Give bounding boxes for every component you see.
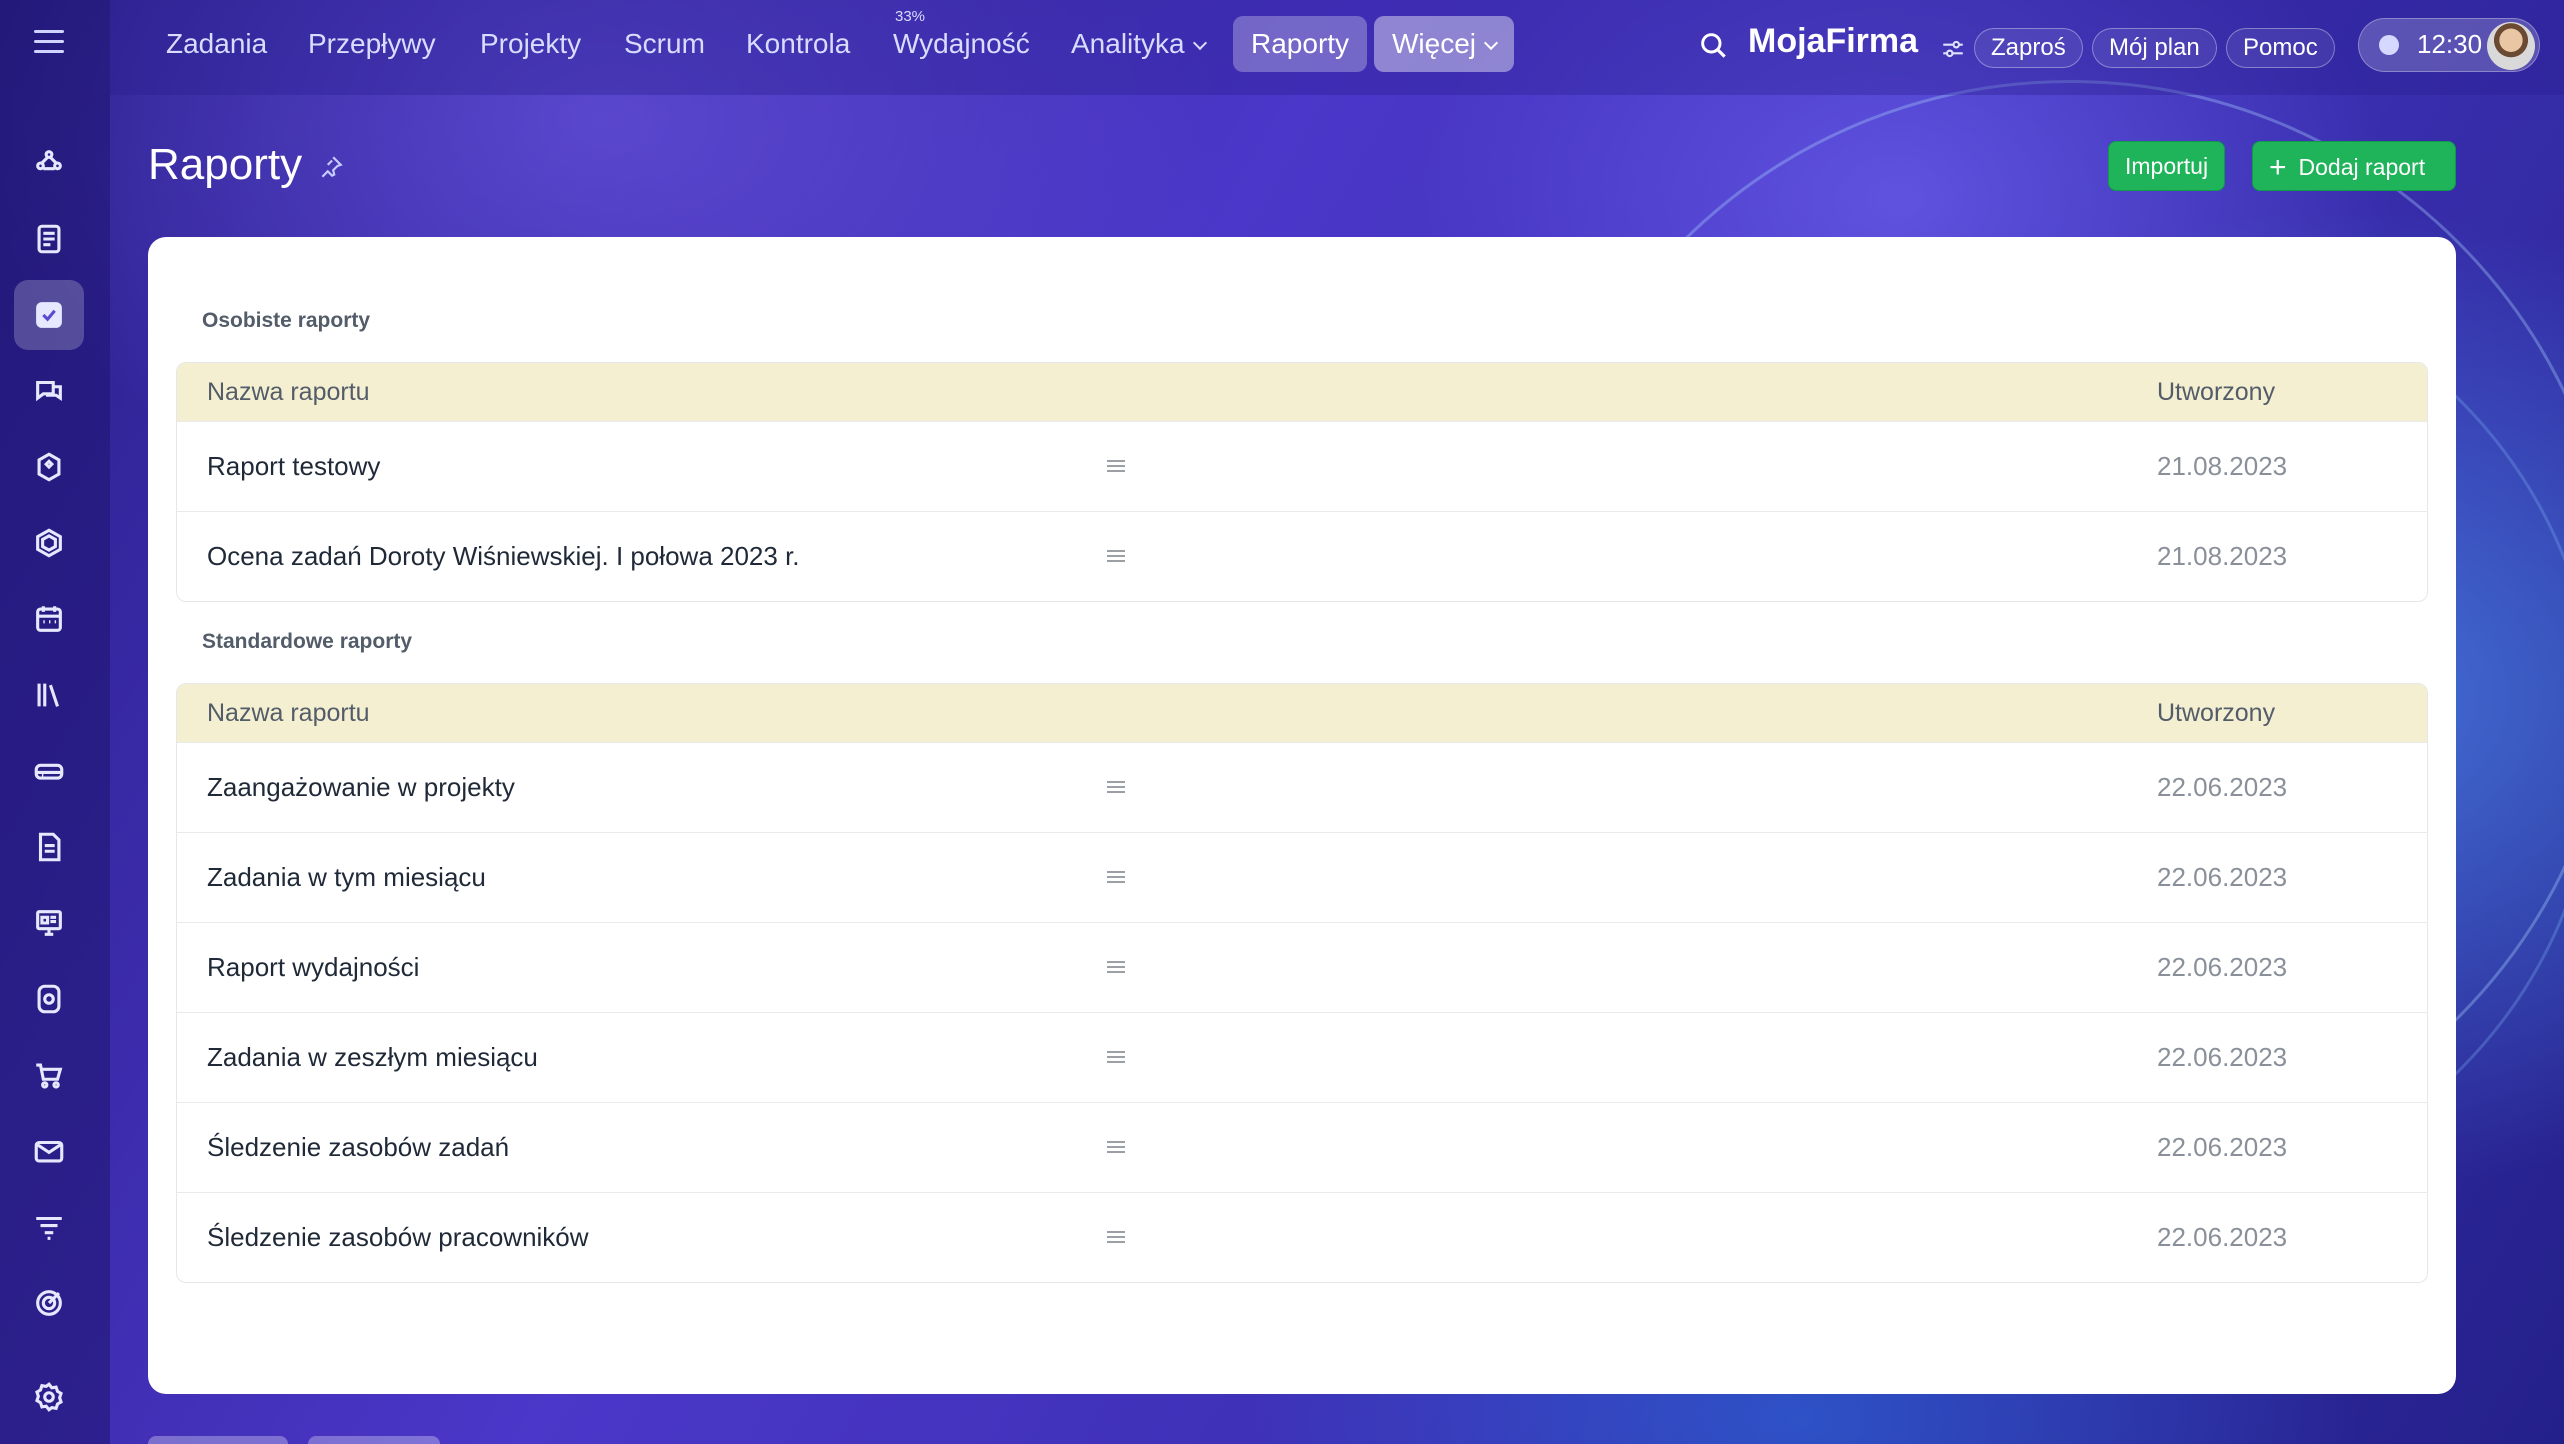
reports-card: Osobiste raporty Nazwa raportu Utworzony… bbox=[148, 237, 2456, 1394]
bottom-tab[interactable] bbox=[308, 1436, 440, 1444]
report-name[interactable]: Śledzenie zasobów zadań bbox=[207, 1132, 509, 1163]
brand-name[interactable]: MojaFirma bbox=[1748, 22, 1918, 61]
plus-icon: + bbox=[2269, 151, 2287, 184]
help-button[interactable]: Pomoc bbox=[2226, 28, 2335, 68]
row-menu-icon[interactable] bbox=[1107, 960, 1125, 975]
report-name[interactable]: Zaangażowanie w projekty bbox=[207, 772, 515, 803]
row-menu-icon[interactable] bbox=[1107, 549, 1125, 564]
contact-center-icon[interactable] bbox=[14, 964, 84, 1034]
books-icon[interactable] bbox=[14, 660, 84, 730]
chat-icon[interactable] bbox=[14, 356, 84, 426]
report-name[interactable]: Zadania w zeszłym miesiącu bbox=[207, 1042, 538, 1073]
nav-wiecej-label: Więcej bbox=[1392, 28, 1477, 59]
time-tracker[interactable]: 12:30 bbox=[2358, 18, 2540, 72]
nav-wiecej[interactable]: Więcej bbox=[1374, 16, 1515, 72]
settings-icon[interactable] bbox=[14, 1362, 84, 1432]
table-row[interactable]: Zaangażowanie w projekty 22.06.2023 bbox=[177, 742, 2427, 832]
nav-wydajnosc[interactable]: Wydajność bbox=[875, 16, 1048, 72]
report-created: 21.08.2023 bbox=[2157, 451, 2288, 481]
chevron-down-icon bbox=[1192, 35, 1207, 51]
report-created: 22.06.2023 bbox=[2157, 772, 2288, 802]
table-header: Nazwa raportu Utworzony bbox=[177, 363, 2427, 421]
column-header-created[interactable]: Utworzony bbox=[2157, 699, 2275, 728]
nav-analityka[interactable]: Analityka bbox=[1053, 16, 1223, 72]
avatar[interactable] bbox=[2487, 22, 2535, 70]
report-created: 22.06.2023 bbox=[2157, 862, 2288, 892]
report-created: 22.06.2023 bbox=[2157, 1132, 2288, 1162]
nav-kontrola[interactable]: Kontrola bbox=[728, 16, 868, 72]
table-row[interactable]: Śledzenie zasobów pracowników 22.06.2023 bbox=[177, 1192, 2427, 1282]
report-name[interactable]: Raport testowy bbox=[207, 451, 380, 482]
column-header-created[interactable]: Utworzony bbox=[2157, 378, 2275, 407]
section-title-personal: Osobiste raporty bbox=[202, 309, 371, 332]
tasks-icon[interactable] bbox=[14, 280, 84, 350]
table-row[interactable]: Ocena zadań Doroty Wiśniewskiej. I połow… bbox=[177, 511, 2427, 601]
nav-projekty[interactable]: Projekty bbox=[462, 16, 599, 72]
target-icon[interactable] bbox=[14, 1268, 84, 1338]
report-created: 22.06.2023 bbox=[2157, 1042, 2288, 1072]
feed-icon[interactable] bbox=[14, 204, 84, 274]
drive-icon[interactable] bbox=[14, 736, 84, 806]
table-row[interactable]: Śledzenie zasobów zadań 22.06.2023 bbox=[177, 1102, 2427, 1192]
row-menu-icon[interactable] bbox=[1107, 1140, 1125, 1155]
table-row[interactable]: Zadania w zeszłym miesiącu 22.06.2023 bbox=[177, 1012, 2427, 1102]
report-name[interactable]: Zadania w tym miesiącu bbox=[207, 862, 486, 893]
search-icon[interactable] bbox=[1698, 30, 1730, 62]
row-menu-icon[interactable] bbox=[1107, 459, 1125, 474]
section-title-standard: Standardowe raporty bbox=[202, 630, 413, 653]
report-name[interactable]: Raport wydajności bbox=[207, 952, 419, 983]
my-plan-button[interactable]: Mój plan bbox=[2092, 28, 2217, 68]
clock-time: 12:30 bbox=[2417, 29, 2483, 59]
hexagon-icon[interactable] bbox=[14, 508, 84, 578]
column-header-name[interactable]: Nazwa raportu bbox=[207, 378, 370, 407]
left-sidebar bbox=[0, 0, 110, 1444]
ai-icon[interactable] bbox=[14, 432, 84, 502]
nav-zadania[interactable]: Zadania bbox=[148, 16, 285, 72]
calendar-icon[interactable] bbox=[14, 584, 84, 654]
report-created: 22.06.2023 bbox=[2157, 1222, 2288, 1252]
page-title: Raporty bbox=[148, 140, 303, 189]
documents-icon[interactable] bbox=[14, 812, 84, 882]
table-row[interactable]: Zadania w tym miesiącu 22.06.2023 bbox=[177, 832, 2427, 922]
standard-reports-table: Nazwa raportu Utworzony Zaangażowanie w … bbox=[176, 683, 2428, 1283]
add-report-label: Dodaj raport bbox=[2298, 154, 2426, 180]
nav-scrum[interactable]: Scrum bbox=[606, 16, 723, 72]
nav-przeplywy[interactable]: Przepływy bbox=[290, 16, 454, 72]
column-header-name[interactable]: Nazwa raportu bbox=[207, 699, 370, 728]
presentation-icon[interactable] bbox=[14, 888, 84, 958]
table-row[interactable]: Raport testowy 21.08.2023 bbox=[177, 421, 2427, 511]
report-name[interactable]: Ocena zadań Doroty Wiśniewskiej. I połow… bbox=[207, 541, 800, 572]
row-menu-icon[interactable] bbox=[1107, 1050, 1125, 1065]
pin-icon[interactable] bbox=[318, 154, 344, 180]
funnel-icon[interactable] bbox=[14, 1192, 84, 1262]
row-menu-icon[interactable] bbox=[1107, 870, 1125, 885]
report-created: 21.08.2023 bbox=[2157, 541, 2288, 571]
row-menu-icon[interactable] bbox=[1107, 1230, 1125, 1245]
import-button[interactable]: Importuj bbox=[2108, 141, 2226, 191]
sliders-icon[interactable] bbox=[1940, 36, 1966, 62]
menu-burger-icon[interactable] bbox=[34, 30, 64, 54]
table-header: Nazwa raportu Utworzony bbox=[177, 684, 2427, 742]
flow-icon[interactable] bbox=[14, 128, 84, 198]
bottom-tab[interactable] bbox=[148, 1436, 288, 1444]
add-report-button[interactable]: + Dodaj raport bbox=[2252, 141, 2456, 191]
invite-button[interactable]: Zaproś bbox=[1974, 28, 2083, 68]
nav-raporty[interactable]: Raporty bbox=[1233, 16, 1368, 72]
mail-icon[interactable] bbox=[14, 1116, 84, 1186]
chevron-down-icon bbox=[1483, 35, 1499, 51]
report-created: 22.06.2023 bbox=[2157, 952, 2288, 982]
personal-reports-table: Nazwa raportu Utworzony Raport testowy 2… bbox=[176, 362, 2428, 602]
cart-icon[interactable] bbox=[14, 1040, 84, 1110]
table-row[interactable]: Raport wydajności 22.06.2023 bbox=[177, 922, 2427, 1012]
clock-icon bbox=[2379, 35, 2399, 55]
nav-analityka-label: Analityka bbox=[1071, 28, 1185, 59]
row-menu-icon[interactable] bbox=[1107, 780, 1125, 795]
report-name[interactable]: Śledzenie zasobów pracowników bbox=[207, 1222, 589, 1253]
